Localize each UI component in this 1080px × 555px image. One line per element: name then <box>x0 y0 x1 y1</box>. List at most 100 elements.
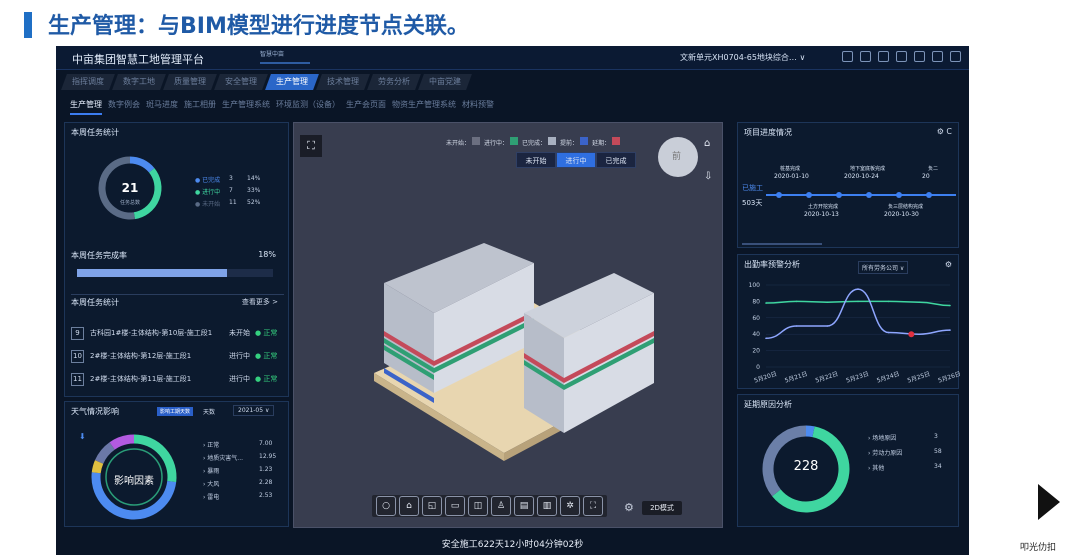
sub-tabs: 生产管理 数字例会 斑马进度 施工相册 生产管理系统 环境监测（设备） 生产会页面 物资生产管… <box>70 99 494 115</box>
company-filter[interactable]: 所有劳务公司 ∨ <box>858 261 909 274</box>
bim-model <box>374 243 654 461</box>
days-label: 天数 <box>203 409 216 416</box>
measure-icon[interactable]: ▭ <box>445 496 465 516</box>
refresh-icon[interactable]: ⚙ C <box>937 127 952 136</box>
status-filter-button[interactable]: 已完成 <box>596 152 636 168</box>
subtab-6[interactable]: 生产会页面 <box>346 99 386 115</box>
subtab-1[interactable]: 数字例会 <box>108 99 140 115</box>
task-row[interactable]: 10 2#楼-主体结构-第12层-施工段1 进行中 ● 正常 <box>71 348 285 364</box>
y-tick-label: 20 <box>752 348 760 355</box>
scroll-bar[interactable] <box>742 243 822 245</box>
impact-days-badge[interactable]: 影响工期天数 <box>157 407 194 416</box>
data-point <box>949 329 951 331</box>
chart-icon[interactable]: ▥ <box>537 496 557 516</box>
subtab-0[interactable]: 生产管理 <box>70 99 102 115</box>
split-icon[interactable]: ◫ <box>468 496 488 516</box>
tab-3[interactable]: 安全管理 <box>214 74 268 90</box>
attendance-panel: 出勤率预警分析 所有劳务公司 ∨ ⚙ 100 80 60 40 20 0 5月20日 5月21… <box>737 254 960 389</box>
platform-chip-label: 智慧中亩 <box>260 51 285 58</box>
legend-label: 延期： <box>592 140 611 147</box>
2d-mode-button[interactable]: 2D模式 <box>642 501 682 515</box>
user-icon[interactable] <box>950 51 961 62</box>
attendance-chart: 100 80 60 40 20 05月20日 5月21日 5月22日 5月23日 5月24日 5月2… <box>749 282 960 385</box>
legend-swatch <box>548 137 557 145</box>
milestone-name: 负三层结构完成 <box>888 204 924 210</box>
data-point <box>765 302 767 304</box>
next-arrow-icon[interactable] <box>1038 484 1060 520</box>
tab-1[interactable]: 数字工地 <box>112 74 166 90</box>
viewport-settings-icon[interactable]: ⚙ <box>624 501 634 514</box>
progress-panel: 项目进度情况 ⚙ C 已施工 503天 桩基完成 2020-01-10 地下室底板完… <box>737 122 959 248</box>
person-icon[interactable]: ♙ <box>491 496 511 516</box>
tab-5[interactable]: 技术管理 <box>316 74 370 90</box>
warning-point <box>908 331 915 338</box>
status-filter-button[interactable]: 未开始 <box>516 152 556 168</box>
subtab-5[interactable]: 环境监测（设备） <box>276 99 340 115</box>
subtab-3[interactable]: 施工相册 <box>184 99 216 115</box>
y-tick-label: 60 <box>752 315 760 322</box>
data-point <box>918 301 921 304</box>
zoom-icon[interactable]: ○ <box>376 496 396 516</box>
legend-label: 已完成： <box>522 140 547 147</box>
safety-days-status: 安全施工622天12小时04分钟02秒 <box>441 540 584 550</box>
fullscreen-icon[interactable]: ⛶ <box>583 496 603 516</box>
settings-icon[interactable] <box>932 51 943 62</box>
legend-label: 提前： <box>560 140 579 147</box>
section-icon[interactable]: ◱ <box>422 496 442 516</box>
grid-icon[interactable] <box>842 51 853 62</box>
y-tick-label: 100 <box>749 282 761 289</box>
download-icon[interactable]: ⬇ <box>79 432 86 441</box>
donut-slice-4 <box>109 434 135 450</box>
settings-icon[interactable]: ⚙ <box>945 260 952 269</box>
home-icon[interactable]: ⌂ <box>399 496 419 516</box>
shirt-icon[interactable] <box>914 51 925 62</box>
tab-2[interactable]: 质量管理 <box>163 74 217 90</box>
donut-slice-0 <box>805 425 815 438</box>
view-more-link[interactable]: 查看更多 > <box>242 297 278 307</box>
timeline-dot <box>836 192 842 198</box>
completion-rate-fill <box>77 269 227 277</box>
task-row[interactable]: 9 古科园1#楼-主体结构-第10层-施工段1 未开始 ● 正常 <box>71 325 285 341</box>
slide-header: 生产管理：与BIM模型进行进度节点关联。 <box>0 0 1080 44</box>
milestone-name: 土方开挖完成 <box>808 204 839 210</box>
message-icon[interactable] <box>896 51 907 62</box>
timeline-dot <box>776 192 782 198</box>
tab-7[interactable]: 中亩党建 <box>418 74 472 90</box>
task-legend-pct: 52% <box>247 199 261 206</box>
monitor-icon[interactable] <box>860 51 871 62</box>
model-tree-icon[interactable]: ⛶ <box>300 135 322 157</box>
legend-item: 进行中： <box>484 137 519 147</box>
subtab-7[interactable]: 物资生产管理系统 <box>392 99 456 115</box>
document-icon[interactable] <box>878 51 889 62</box>
tab-6[interactable]: 劳务分析 <box>367 74 421 90</box>
view-cube-face: 前 <box>672 152 682 162</box>
started-label: 已施工 <box>742 184 763 192</box>
delay-legend-value: 34 <box>934 463 942 470</box>
settings-icon[interactable]: ✲ <box>560 496 580 516</box>
list-icon[interactable]: ▤ <box>514 496 534 516</box>
completion-rate-value: 18% <box>258 250 276 259</box>
status-filter-button[interactable]: 进行中 <box>556 152 596 168</box>
view-mode-icon[interactable]: ⇩ <box>704 171 712 182</box>
milestone-date: 2020-01-10 <box>774 173 809 180</box>
task-total: 21 <box>121 181 139 195</box>
subtab-8[interactable]: 材料预警 <box>462 99 494 115</box>
main-tabs: 指挥调度 数字工地 质量管理 安全管理 生产管理 技术管理 劳务分析 中亩党建 <box>61 74 472 90</box>
task-legend-label: ● 已完成 <box>195 177 221 184</box>
bim-viewport[interactable]: ⛶ 未开始： 进行中： 已完成： 提前： 延期： 未开始 进行中 已完成 前 ⌂ ⇩ <box>293 122 723 528</box>
task-row[interactable]: 11 2#楼-主体结构-第11层-施工段1 进行中 ● 正常 <box>71 371 285 387</box>
home-view-icon[interactable]: ⌂ <box>704 138 710 149</box>
subtab-2[interactable]: 斑马进度 <box>146 99 178 115</box>
weather-legend-label: › 雷电 <box>203 494 220 501</box>
data-point <box>857 300 859 303</box>
task-legend-label: ● 进行中 <box>195 189 221 196</box>
task-legend-count: 3 <box>229 175 233 182</box>
subtab-4[interactable]: 生产管理系统 <box>222 99 270 115</box>
y-tick-label: 80 <box>752 298 760 305</box>
tab-4[interactable]: 生产管理 <box>265 74 319 90</box>
view-cube[interactable]: 前 <box>658 137 698 177</box>
legend-label: 未开始： <box>446 140 471 147</box>
month-select[interactable]: 2021-05 ∨ <box>233 405 275 416</box>
project-select[interactable]: 文新单元XH0704-65地块综合… ∨ <box>680 52 805 63</box>
tab-0[interactable]: 指挥调度 <box>61 74 115 90</box>
